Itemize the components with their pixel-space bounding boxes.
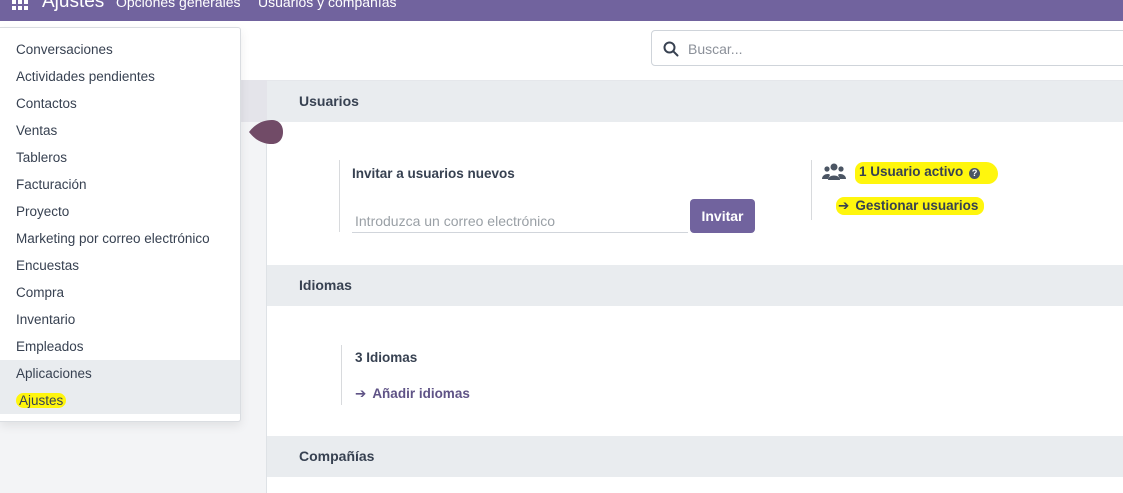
section-header-languages: Idiomas (267, 265, 1123, 306)
add-languages-label: Añadir idiomas (372, 386, 470, 401)
dropdown-item-inventario[interactable]: Inventario (0, 306, 240, 333)
dropdown-item-marketing[interactable]: Marketing por correo electrónico (0, 225, 240, 252)
active-users-count: 1 Usuario activo ? (855, 162, 999, 184)
invite-email-input[interactable] (352, 209, 688, 233)
section-title-languages: Idiomas (299, 277, 352, 293)
section-title-companies: Compañías (299, 448, 375, 464)
apps-dropdown-menu: Conversaciones Actividades pendientes Co… (0, 27, 241, 422)
manage-users-link[interactable]: ➔ Gestionar usuarios (836, 197, 985, 215)
apps-grid-icon[interactable] (12, 0, 30, 10)
add-languages-link[interactable]: ➔ Añadir idiomas (355, 386, 470, 402)
dropdown-item-aplicaciones[interactable]: Aplicaciones (0, 360, 240, 387)
dropdown-item-proyecto[interactable]: Proyecto (0, 198, 240, 225)
arrow-right-icon: ➔ (838, 198, 850, 213)
setting-divider (341, 345, 342, 405)
dropdown-item-conversaciones[interactable]: Conversaciones (0, 36, 240, 63)
dropdown-item-actividades[interactable]: Actividades pendientes (0, 63, 240, 90)
section-header-companies: Compañías (267, 436, 1123, 477)
dropdown-item-ajustes[interactable]: Ajustes (0, 387, 240, 414)
app-brand[interactable]: Ajustes (42, 0, 104, 13)
rail-selected-indicator (240, 80, 267, 122)
dropdown-item-tableros[interactable]: Tableros (0, 144, 240, 171)
dropdown-item-compra[interactable]: Compra (0, 279, 240, 306)
languages-count: 3 Idiomas (355, 350, 418, 365)
setting-divider (811, 160, 812, 220)
top-navbar: Ajustes Opciones generales Usuarios y co… (0, 0, 1123, 21)
section-header-users: Usuarios (267, 81, 1123, 122)
dropdown-item-facturacion[interactable]: Facturación (0, 171, 240, 198)
search-icon (663, 41, 679, 57)
search-box[interactable] (651, 30, 1123, 66)
dropdown-item-encuestas[interactable]: Encuestas (0, 252, 240, 279)
invite-button[interactable]: Invitar (690, 199, 755, 233)
question-circle-icon[interactable]: ? (969, 168, 981, 179)
invite-users-label: Invitar a usuarios nuevos (352, 166, 515, 181)
menu-users-companies[interactable]: Usuarios y compañías (258, 0, 397, 11)
users-icon (822, 163, 846, 180)
menu-general-settings[interactable]: Opciones generales (116, 0, 241, 11)
cursor-pointer-icon (249, 120, 283, 144)
setting-divider (339, 160, 340, 232)
dropdown-item-ventas[interactable]: Ventas (0, 117, 240, 144)
search-input[interactable] (688, 38, 1108, 60)
arrow-right-icon: ➔ (355, 386, 367, 401)
dropdown-item-contactos[interactable]: Contactos (0, 90, 240, 117)
manage-users-label: Gestionar usuarios (855, 198, 979, 213)
active-users-label: 1 Usuario activo (859, 164, 964, 179)
section-title-users: Usuarios (299, 93, 359, 109)
dropdown-item-empleados[interactable]: Empleados (0, 333, 240, 360)
dropdown-item-ajustes-label: Ajustes (16, 393, 67, 408)
